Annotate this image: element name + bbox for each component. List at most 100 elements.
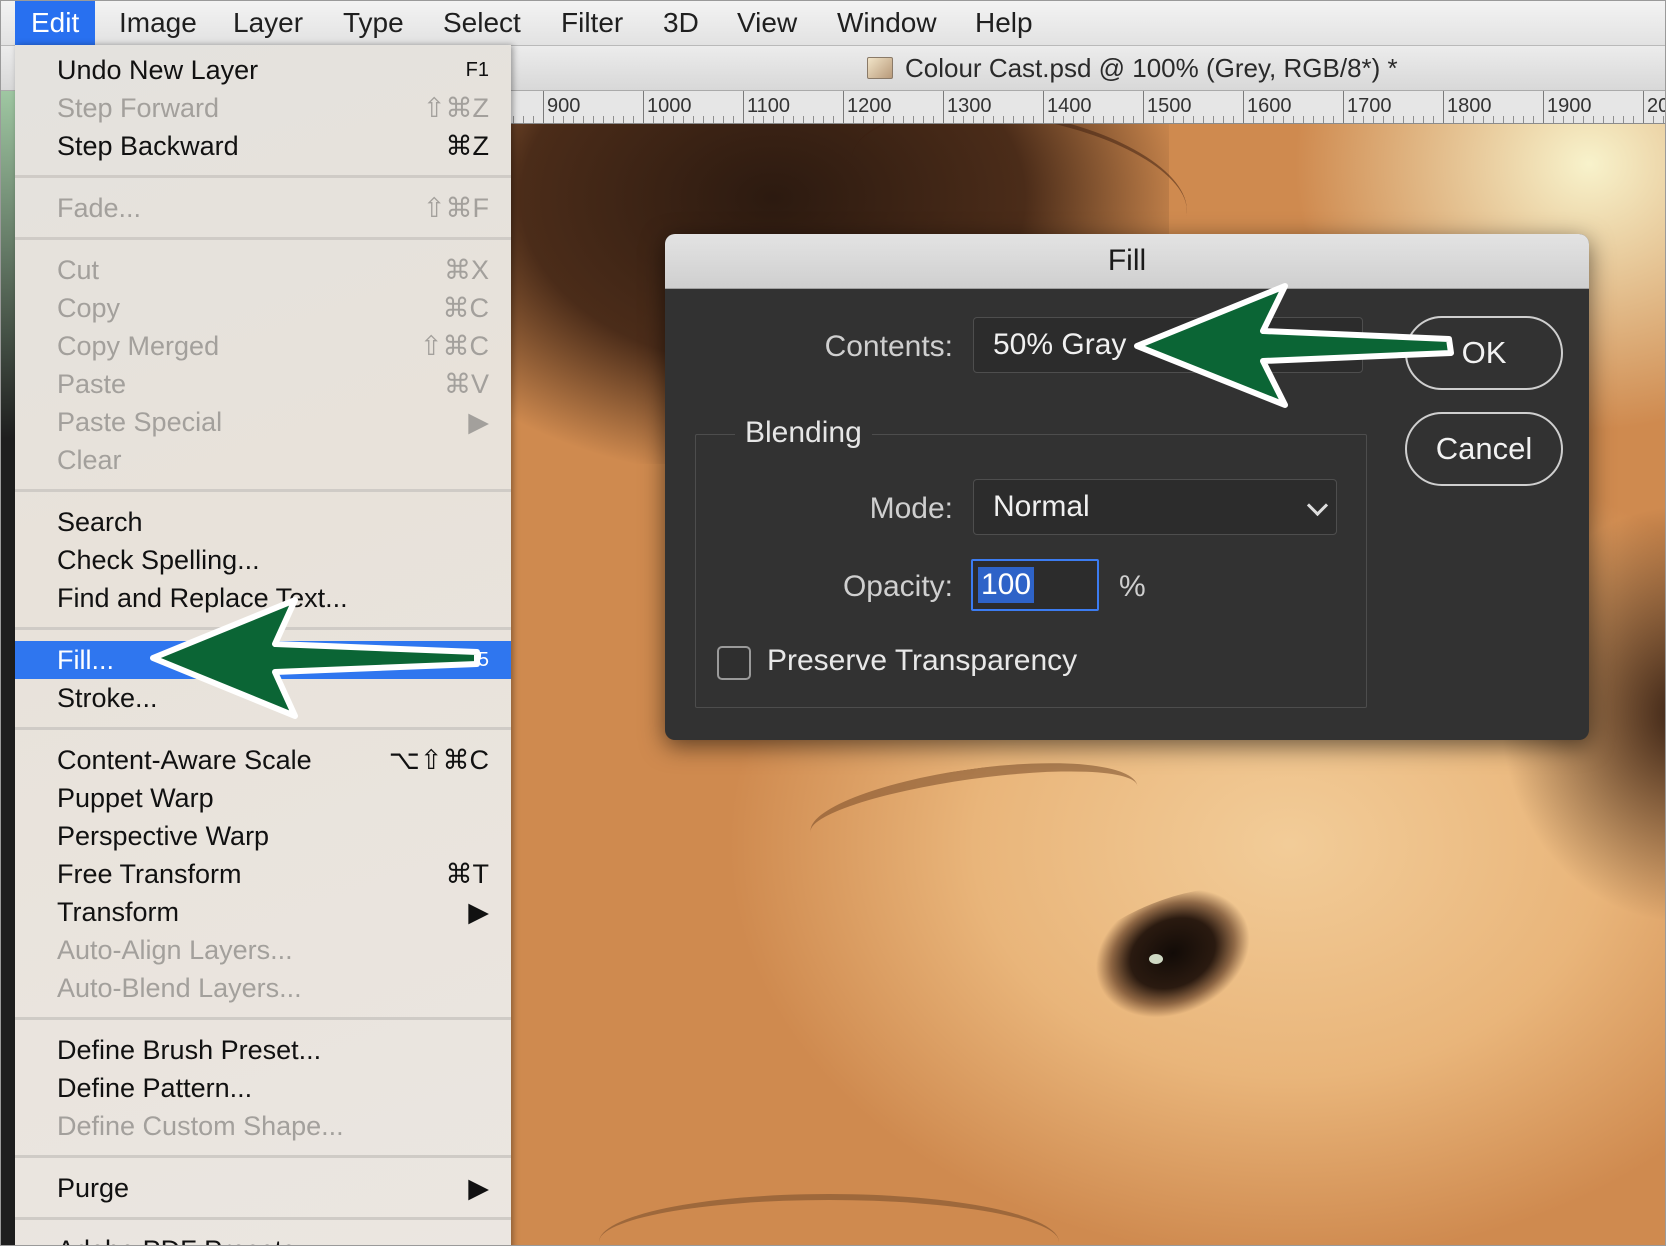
menu-item-label: Auto-Align Layers...: [57, 935, 293, 965]
ruler-minor-tick: [733, 116, 734, 123]
menu-type[interactable]: Type: [327, 1, 420, 45]
ruler-minor-tick: [1363, 116, 1364, 123]
ruler-minor-tick: [1233, 116, 1234, 123]
menu-item-step-backward[interactable]: Step Backward ⌘Z: [15, 127, 511, 165]
ruler-minor-tick: [1273, 116, 1274, 123]
ruler-minor-tick: [513, 116, 514, 123]
ruler-minor-tick: [953, 116, 954, 123]
ruler-tick: [643, 91, 644, 123]
ruler-minor-tick: [1113, 116, 1114, 123]
ruler-minor-tick: [1613, 116, 1614, 123]
mode-select[interactable]: Normal: [973, 479, 1337, 535]
menu-item-define-pattern[interactable]: Define Pattern...: [15, 1069, 511, 1107]
ruler-label: 1200: [847, 95, 892, 117]
menu-image[interactable]: Image: [103, 1, 213, 45]
menu-edit[interactable]: Edit: [15, 1, 96, 45]
cancel-button[interactable]: Cancel: [1405, 412, 1563, 486]
menu-filter[interactable]: Filter: [545, 1, 639, 45]
menu-separator: [15, 1017, 511, 1020]
ruler-minor-tick: [1563, 116, 1564, 123]
screenshot-frame: Edit Image Layer Type Select Filter 3D V…: [0, 0, 1666, 1246]
ruler-minor-tick: [1173, 116, 1174, 123]
ruler-minor-tick: [783, 116, 784, 123]
ruler-minor-tick: [1473, 116, 1474, 123]
menu-item-perspective-warp[interactable]: Perspective Warp: [15, 817, 511, 855]
menu-item-undo[interactable]: Undo New Layer F1: [15, 51, 511, 89]
ruler-minor-tick: [523, 116, 524, 123]
ruler-minor-tick: [803, 116, 804, 123]
ruler-minor-tick: [1123, 116, 1124, 123]
ruler-minor-tick: [693, 116, 694, 123]
ruler-minor-tick: [913, 116, 914, 123]
preserve-transparency-checkbox[interactable]: [717, 646, 751, 680]
ruler-minor-tick: [1193, 116, 1194, 123]
ruler-minor-tick: [663, 116, 664, 123]
menu-item-puppet-warp[interactable]: Puppet Warp: [15, 779, 511, 817]
annotation-arrow-icon: [150, 597, 480, 719]
ruler-minor-tick: [1353, 116, 1354, 123]
ruler-minor-tick: [813, 116, 814, 123]
document-title-wrap: Colour Cast.psd @ 100% (Grey, RGB/8*) *: [867, 46, 1398, 90]
ruler-tick: [843, 91, 844, 123]
menu-item-search[interactable]: Search: [15, 503, 511, 541]
ruler-minor-tick: [1383, 116, 1384, 123]
ruler-minor-tick: [553, 116, 554, 123]
ruler-tick: [1643, 91, 1644, 123]
ruler-tick: [943, 91, 944, 123]
menu-item-shortcut: ⇧⌘C: [419, 331, 489, 361]
ruler-minor-tick: [1083, 116, 1084, 123]
ruler-minor-tick: [1393, 116, 1394, 123]
menu-item-shortcut: F1: [465, 59, 489, 81]
menu-item-shortcut: ⌘V: [443, 369, 489, 399]
menu-item-content-aware-scale[interactable]: Content-Aware Scale ⌥⇧⌘C: [15, 741, 511, 779]
ruler-label: 1700: [1347, 95, 1392, 117]
menu-separator: [15, 489, 511, 492]
ruler-minor-tick: [1293, 116, 1294, 123]
opacity-value: 100: [978, 567, 1035, 603]
menu-item-define-custom-shape: Define Custom Shape...: [15, 1107, 511, 1145]
menu-3d[interactable]: 3D: [647, 1, 715, 45]
ruler-minor-tick: [973, 116, 974, 123]
menu-item-shortcut: ⌥⇧⌘C: [388, 745, 489, 775]
photo-lower-eye: [599, 1194, 1059, 1245]
ruler-minor-tick: [673, 116, 674, 123]
ruler-minor-tick: [1533, 116, 1534, 123]
menu-window[interactable]: Window: [821, 1, 953, 45]
ruler-minor-tick: [1463, 116, 1464, 123]
menu-item-free-transform[interactable]: Free Transform ⌘T: [15, 855, 511, 893]
preserve-transparency-label[interactable]: Preserve Transparency: [767, 644, 1077, 678]
ruler-minor-tick: [873, 116, 874, 123]
ruler-minor-tick: [653, 116, 654, 123]
ruler-minor-tick: [613, 116, 614, 123]
menu-item-check-spelling[interactable]: Check Spelling...: [15, 541, 511, 579]
ruler-minor-tick: [1503, 116, 1504, 123]
menu-item-define-brush[interactable]: Define Brush Preset...: [15, 1031, 511, 1069]
menu-item-paste: Paste ⌘V: [15, 365, 511, 403]
ruler-label: 1400: [1047, 95, 1092, 117]
ruler-minor-tick: [893, 116, 894, 123]
ruler-minor-tick: [1403, 116, 1404, 123]
ruler-minor-tick: [1153, 116, 1154, 123]
ruler-label: 20: [1647, 95, 1665, 117]
opacity-input[interactable]: 100: [971, 559, 1099, 611]
ruler-minor-tick: [1073, 116, 1074, 123]
ruler-minor-tick: [933, 116, 934, 123]
ruler-minor-tick: [1223, 116, 1224, 123]
menu-layer[interactable]: Layer: [217, 1, 319, 45]
menu-separator: [15, 175, 511, 178]
menu-item-adobe-pdf-presets[interactable]: Adobe PDF Presets...: [15, 1231, 511, 1245]
ruler-label: 1900: [1547, 95, 1592, 117]
mode-label: Mode:: [869, 492, 953, 525]
ruler-tick: [1443, 91, 1444, 123]
menu-item-purge[interactable]: Purge ▶: [15, 1169, 511, 1207]
menu-select[interactable]: Select: [427, 1, 537, 45]
ruler-label: 1000: [647, 95, 692, 117]
menu-item-label: Check Spelling...: [57, 545, 260, 575]
contents-label: Contents:: [824, 330, 953, 363]
menu-help[interactable]: Help: [959, 1, 1049, 45]
ruler-minor-tick: [603, 116, 604, 123]
ruler-minor-tick: [1023, 116, 1024, 123]
ruler-minor-tick: [833, 116, 834, 123]
menu-view[interactable]: View: [721, 1, 813, 45]
menu-item-transform[interactable]: Transform ▶: [15, 893, 511, 931]
